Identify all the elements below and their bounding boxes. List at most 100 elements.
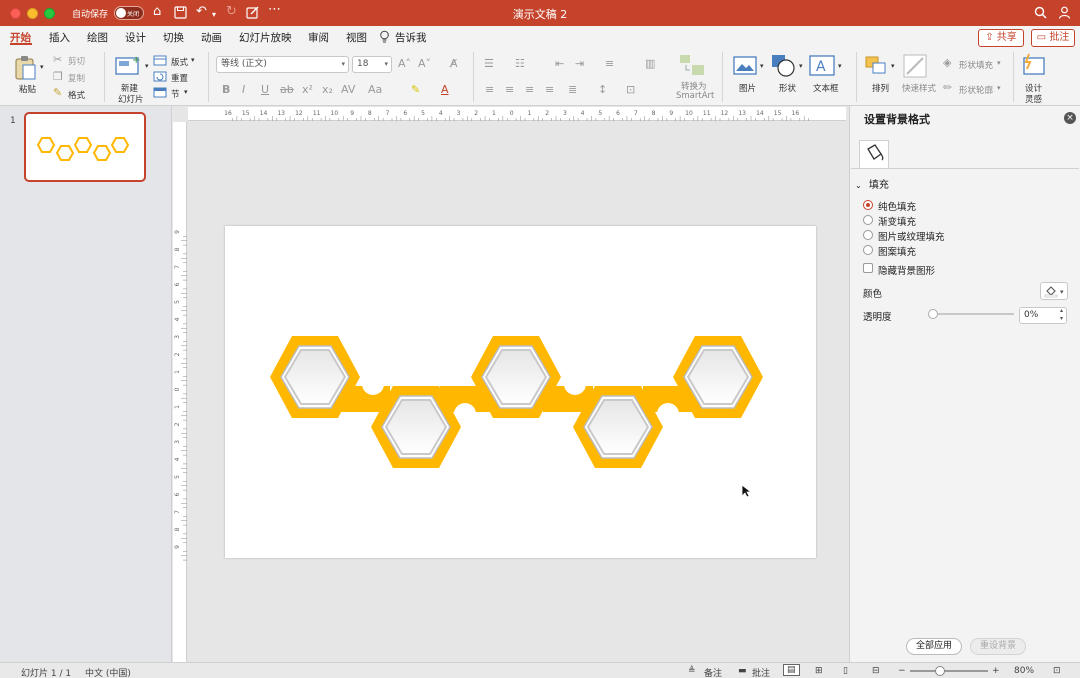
paste-dropdown-icon[interactable]: ▾ bbox=[40, 63, 44, 71]
decrease-font-icon[interactable]: A˅ bbox=[418, 57, 431, 70]
slideshow-icon[interactable]: ⊟ bbox=[872, 666, 880, 676]
reset-background-button[interactable]: 重设背景 bbox=[970, 638, 1026, 655]
subscript-icon[interactable]: x₂ bbox=[322, 83, 333, 96]
increase-font-icon[interactable]: A˄ bbox=[398, 57, 411, 70]
hide-background-graphics-label[interactable]: 隐藏背景图形 bbox=[878, 263, 935, 277]
comments-button[interactable]: ▭ 批注 bbox=[1031, 29, 1075, 47]
font-size-select[interactable]: 18 ▾ bbox=[352, 56, 392, 73]
tab-transitions[interactable]: 切换 bbox=[163, 30, 184, 45]
picture-dropdown-icon[interactable]: ▾ bbox=[760, 62, 764, 70]
notes-icon[interactable]: ≜ bbox=[688, 666, 696, 676]
fill-tab[interactable] bbox=[859, 140, 889, 168]
picture-texture-fill-label[interactable]: 图片或纹理填充 bbox=[878, 229, 945, 243]
close-pane-button[interactable]: × bbox=[1064, 112, 1076, 124]
slide-canvas[interactable] bbox=[225, 226, 816, 558]
reading-view-icon[interactable]: ▯ bbox=[843, 666, 848, 676]
align-right-icon[interactable]: ≡ bbox=[525, 83, 534, 96]
section-icon[interactable] bbox=[153, 87, 167, 98]
highlight-icon[interactable]: ✎ bbox=[411, 83, 420, 96]
clear-format-icon[interactable]: A̸ bbox=[450, 57, 458, 70]
comments-label[interactable]: 批注 bbox=[752, 666, 770, 678]
transparency-input[interactable]: 0% ▴ ▾ bbox=[1019, 307, 1067, 324]
stepper-icon[interactable]: ▴ ▾ bbox=[1060, 307, 1063, 323]
shape-dropdown-icon[interactable]: ▾ bbox=[799, 62, 803, 70]
search-icon[interactable] bbox=[1034, 6, 1047, 19]
align-text-icon[interactable]: ⊡ bbox=[626, 83, 635, 96]
reset-icon[interactable] bbox=[153, 71, 167, 82]
quick-styles-icon[interactable] bbox=[903, 54, 927, 78]
shape-outline-label[interactable]: 形状轮廓 bbox=[959, 84, 993, 96]
tab-insert[interactable]: 插入 bbox=[49, 30, 70, 45]
transparency-slider-handle[interactable] bbox=[928, 309, 938, 319]
arrange-dropdown-icon[interactable]: ▾ bbox=[891, 62, 895, 70]
zoom-level[interactable]: 80% bbox=[1014, 666, 1034, 676]
superscript-icon[interactable]: x² bbox=[302, 83, 313, 96]
section-dropdown-icon[interactable]: ▾ bbox=[184, 88, 188, 96]
pattern-fill-radio[interactable] bbox=[863, 245, 873, 255]
account-icon[interactable] bbox=[1058, 6, 1071, 19]
change-case-icon[interactable]: Aa bbox=[368, 83, 382, 96]
design-ideas-icon[interactable] bbox=[1021, 53, 1047, 79]
picture-texture-fill-radio[interactable] bbox=[863, 230, 873, 240]
smartart-icon[interactable] bbox=[678, 53, 706, 77]
line-spacing-icon[interactable]: ≡ bbox=[605, 57, 614, 70]
tab-review[interactable]: 审阅 bbox=[308, 30, 329, 45]
language-indicator[interactable]: 中文 (中国) bbox=[85, 666, 131, 678]
slide-sorter-icon[interactable]: ⊞ bbox=[815, 666, 823, 676]
zoom-out-icon[interactable]: − bbox=[898, 666, 906, 676]
justify-icon[interactable]: ≡ bbox=[545, 83, 554, 96]
share-button[interactable]: ⇪ 共享 bbox=[978, 29, 1024, 47]
normal-view-icon[interactable]: ▤ bbox=[783, 664, 800, 676]
slide-thumbnail[interactable] bbox=[24, 112, 146, 182]
font-name-select[interactable]: 等线 (正文) ▾ bbox=[216, 56, 349, 73]
picture-icon[interactable] bbox=[733, 56, 757, 76]
textbox-icon[interactable]: A bbox=[809, 55, 835, 77]
tab-draw[interactable]: 绘图 bbox=[87, 30, 108, 45]
hide-background-graphics-checkbox[interactable] bbox=[863, 263, 873, 273]
zoom-in-icon[interactable]: + bbox=[992, 666, 1000, 676]
notes-label[interactable]: 备注 bbox=[704, 666, 722, 678]
zoom-slider-handle[interactable] bbox=[935, 666, 945, 676]
bullets-icon[interactable]: ☰ bbox=[484, 57, 494, 70]
char-spacing-icon[interactable]: AV bbox=[341, 83, 355, 96]
gradient-fill-label[interactable]: 渐变填充 bbox=[878, 214, 916, 228]
zoom-slider-track[interactable] bbox=[910, 670, 988, 672]
comments-icon[interactable]: ▬ bbox=[738, 666, 747, 676]
solid-fill-radio[interactable] bbox=[863, 200, 873, 210]
layout-label[interactable]: 版式 bbox=[171, 56, 188, 68]
align-left-icon[interactable]: ≡ bbox=[485, 83, 494, 96]
solid-fill-label[interactable]: 纯色填充 bbox=[878, 199, 916, 213]
section-label[interactable]: 节 bbox=[171, 88, 180, 100]
columns-icon[interactable]: ▥ bbox=[645, 57, 655, 70]
pattern-fill-label[interactable]: 图案填充 bbox=[878, 244, 916, 258]
distributed-icon[interactable]: ≣ bbox=[568, 83, 577, 96]
decrease-indent-icon[interactable]: ⇤ bbox=[555, 57, 564, 70]
tab-slideshow[interactable]: 幻灯片放映 bbox=[239, 30, 292, 45]
reset-label[interactable]: 重置 bbox=[171, 72, 188, 84]
arrange-icon[interactable] bbox=[864, 55, 888, 77]
font-color-icon[interactable]: A bbox=[441, 83, 449, 96]
shape-fill-dropdown-icon[interactable]: ▾ bbox=[997, 59, 1001, 67]
shape-fill-label[interactable]: 形状填充 bbox=[959, 59, 993, 71]
layout-icon[interactable] bbox=[153, 55, 167, 66]
layout-dropdown-icon[interactable]: ▾ bbox=[191, 56, 195, 64]
fill-section-header[interactable]: ⌄ 填充 bbox=[855, 176, 889, 191]
new-slide-dropdown-icon[interactable]: ▾ bbox=[145, 62, 149, 70]
italic-icon[interactable]: I bbox=[242, 83, 245, 96]
numbering-icon[interactable]: ☷ bbox=[515, 57, 525, 70]
tab-design[interactable]: 设计 bbox=[125, 30, 146, 45]
apply-to-all-button[interactable]: 全部应用 bbox=[906, 638, 962, 655]
shape-fill-icon[interactable]: ◈ bbox=[943, 56, 951, 69]
shape-outline-dropdown-icon[interactable]: ▾ bbox=[997, 84, 1001, 92]
strikethrough-icon[interactable]: ab bbox=[280, 83, 294, 96]
tab-animations[interactable]: 动画 bbox=[201, 30, 222, 45]
paste-icon[interactable] bbox=[14, 55, 38, 81]
copy-icon[interactable]: ❐ bbox=[53, 70, 63, 83]
fit-to-window-icon[interactable]: ⊡ bbox=[1053, 666, 1061, 676]
format-painter-icon[interactable]: ✎ bbox=[53, 86, 62, 99]
new-slide-icon[interactable]: + bbox=[114, 54, 142, 78]
textbox-dropdown-icon[interactable]: ▾ bbox=[838, 62, 842, 70]
bold-icon[interactable]: B bbox=[222, 83, 230, 96]
tab-tell-me[interactable]: 告诉我 bbox=[395, 30, 427, 45]
transparency-slider-track[interactable] bbox=[930, 313, 1014, 315]
